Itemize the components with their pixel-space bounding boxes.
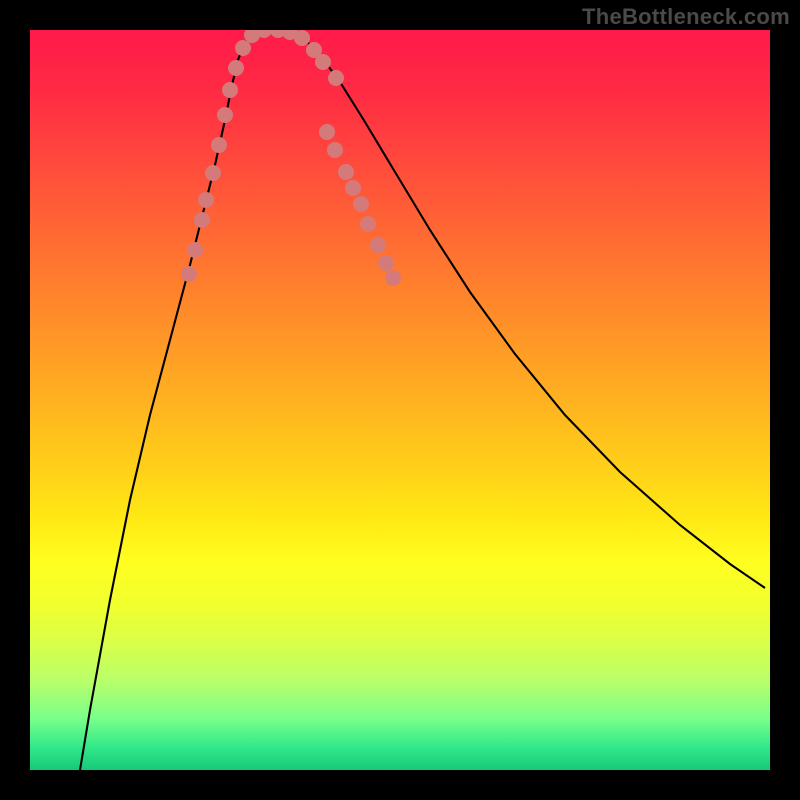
highlight-marker xyxy=(222,82,238,98)
highlight-marker xyxy=(353,196,369,212)
watermark-text: TheBottleneck.com xyxy=(582,4,790,30)
highlight-marker xyxy=(360,216,376,232)
highlight-marker xyxy=(327,142,343,158)
highlight-marker xyxy=(385,270,401,286)
highlight-marker xyxy=(181,266,197,282)
highlight-marker xyxy=(228,60,244,76)
highlight-marker xyxy=(315,54,331,70)
highlight-marker xyxy=(338,164,354,180)
plot-area xyxy=(30,30,770,770)
bottleneck-curve xyxy=(80,30,765,770)
highlight-marker xyxy=(345,180,361,196)
highlight-marker xyxy=(194,212,210,228)
chart-frame: TheBottleneck.com xyxy=(0,0,800,800)
highlight-marker xyxy=(319,124,335,140)
highlight-marker xyxy=(235,40,251,56)
highlight-marker xyxy=(378,255,394,271)
highlight-marker xyxy=(198,192,214,208)
curve-svg xyxy=(30,30,770,770)
highlight-marker xyxy=(211,137,227,153)
highlight-marker xyxy=(370,237,386,253)
highlight-marker xyxy=(294,30,310,46)
highlight-marker xyxy=(187,242,203,258)
highlight-marker xyxy=(328,70,344,86)
highlight-marker xyxy=(205,165,221,181)
highlight-markers xyxy=(181,30,401,286)
highlight-marker xyxy=(217,107,233,123)
